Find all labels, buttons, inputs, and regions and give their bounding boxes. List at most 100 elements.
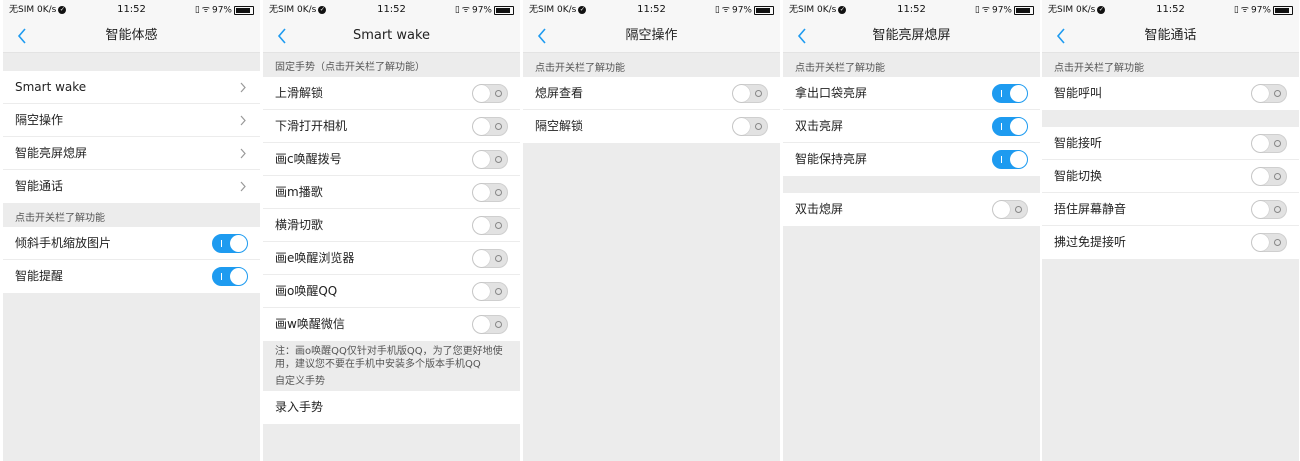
toggle-row[interactable]: 智能接听 xyxy=(1042,127,1299,160)
toggle-label: 横滑切歌 xyxy=(275,218,324,232)
section-label: 点击开关栏了解功能 xyxy=(1054,63,1144,74)
toggle-row[interactable]: 画w唤醒微信 xyxy=(263,308,520,341)
toggle-switch-on[interactable] xyxy=(992,150,1028,169)
toggle-row[interactable]: 智能保持亮屏 xyxy=(783,143,1040,176)
nav-item-label: 隔空操作 xyxy=(15,113,64,127)
toggle-switch-on[interactable] xyxy=(212,267,248,286)
nav-item-label: Smart wake xyxy=(15,80,87,94)
nav-item-smart-call[interactable]: 智能通话 xyxy=(3,170,260,203)
toggle-label: 隔空解锁 xyxy=(535,119,584,133)
toggle-switch-off[interactable] xyxy=(1251,84,1287,103)
screen-smart-screen: 无SIM 0K/s ✓ 11:52 ▯ ᯤ 97% 智能亮屏熄屏 点击开关栏了解功能 … xyxy=(783,0,1040,461)
wifi-icon: ᯤ xyxy=(461,5,470,15)
screens-container: 无SIM 0K/s ✓ 11:52 ▯ ᯤ 97% 智能体感 Smart wake 隔… xyxy=(0,0,1300,461)
nav-item-air-gesture[interactable]: 隔空操作 xyxy=(3,104,260,137)
status-bar: 无SIM 0K/s ✓ 11:52 ▯ ᯤ 97% xyxy=(3,0,260,20)
toggle-row[interactable]: 捂住屏幕静音 xyxy=(1042,193,1299,226)
toggle-switch-on[interactable] xyxy=(992,117,1028,136)
toggle-knob xyxy=(473,316,490,333)
toggle-off-mark-icon xyxy=(495,123,502,130)
toggle-row[interactable]: 上滑解锁 xyxy=(263,77,520,110)
toggle-knob xyxy=(473,250,490,267)
nav-group: Smart wake 隔空操作 智能亮屏熄屏 智能通话 xyxy=(3,71,260,203)
battery-percent: 97% xyxy=(471,5,492,16)
toggle-row[interactable]: 智能提醒 xyxy=(3,260,260,293)
toggle-switch-off[interactable] xyxy=(1251,167,1287,186)
toggle-group-2: 智能接听智能切换捂住屏幕静音 拂过免提接听 xyxy=(1042,127,1299,259)
toggle-row[interactable]: 隔空解锁 xyxy=(523,110,780,143)
vibrate-icon: ▯ xyxy=(194,5,200,15)
toggle-row[interactable]: 智能呼叫 xyxy=(1042,77,1299,110)
toggle-knob xyxy=(1010,85,1027,102)
toggle-off-mark-icon xyxy=(755,90,762,97)
vibrate-icon: ▯ xyxy=(714,5,720,15)
toggle-row[interactable]: 倾斜手机缩放图片 xyxy=(3,227,260,260)
toggle-label: 上滑解锁 xyxy=(275,86,324,100)
note-text: 注：画o唤醒QQ仅针对手机版QQ，为了您更好地使用，建议您不要在手机中安装多个版… xyxy=(275,346,503,370)
toggle-on-mark-icon xyxy=(221,240,222,247)
battery-percent: 97% xyxy=(731,5,752,16)
toggle-row[interactable]: 双击熄屏 xyxy=(783,193,1040,226)
toggle-switch-off[interactable] xyxy=(992,200,1028,219)
status-bar: 无SIM 0K/s ✓ 11:52 ▯ ᯤ 97% xyxy=(263,0,520,20)
toggle-off-mark-icon xyxy=(495,321,502,328)
toggle-group: 倾斜手机缩放图片智能提醒 xyxy=(3,227,260,293)
battery-percent: 97% xyxy=(211,5,232,16)
title-bar: 隔空操作 xyxy=(523,20,780,53)
toggle-row[interactable]: 下滑打开相机 xyxy=(263,110,520,143)
toggle-row[interactable]: 画o唤醒QQ xyxy=(263,275,520,308)
toggle-knob xyxy=(473,85,490,102)
status-bar: 无SIM 0K/s ✓ 11:52 ▯ ᯤ 97% xyxy=(1042,0,1299,20)
toggle-switch-off[interactable] xyxy=(472,249,508,268)
record-gesture-item[interactable]: 录入手势 xyxy=(263,391,520,424)
screen-smart-call: 无SIM 0K/s ✓ 11:52 ▯ ᯤ 97% 智能通话 点击开关栏了解功能 智能… xyxy=(1042,0,1299,461)
toggle-switch-off[interactable] xyxy=(472,183,508,202)
toggle-row[interactable]: 横滑切歌 xyxy=(263,209,520,242)
toggle-switch-on[interactable] xyxy=(992,84,1028,103)
toggle-row[interactable]: 智能切换 xyxy=(1042,160,1299,193)
toggle-knob xyxy=(473,118,490,135)
toggle-switch-off[interactable] xyxy=(1251,200,1287,219)
nav-item-smart-screen[interactable]: 智能亮屏熄屏 xyxy=(3,137,260,170)
toggle-row[interactable]: 双击亮屏 xyxy=(783,110,1040,143)
page-title: 隔空操作 xyxy=(625,28,678,43)
toggle-label: 智能提醒 xyxy=(15,269,64,283)
nav-item-smart-wake[interactable]: Smart wake xyxy=(3,71,260,104)
toggle-switch-on[interactable] xyxy=(212,234,248,253)
toggle-switch-off[interactable] xyxy=(472,117,508,136)
page-title: Smart wake xyxy=(352,28,431,43)
toggle-label: 智能切换 xyxy=(1054,169,1103,183)
toggle-off-mark-icon xyxy=(495,255,502,262)
toggle-group: 拿出口袋亮屏 双击亮屏 智能保持亮屏 xyxy=(783,77,1040,176)
toggle-switch-off[interactable] xyxy=(472,150,508,169)
toggle-knob xyxy=(230,268,247,285)
toggle-knob xyxy=(1252,85,1269,102)
page-title: 智能亮屏熄屏 xyxy=(872,28,951,43)
vibrate-icon: ▯ xyxy=(454,5,460,15)
toggle-row[interactable]: 熄屏查看 xyxy=(523,77,780,110)
toggle-row[interactable]: 画e唤醒浏览器 xyxy=(263,242,520,275)
toggle-row[interactable]: 拿出口袋亮屏 xyxy=(783,77,1040,110)
toggle-row[interactable]: 拂过免提接听 xyxy=(1042,226,1299,259)
chevron-right-icon xyxy=(240,82,246,93)
toggle-on-mark-icon xyxy=(1001,90,1002,97)
chevron-right-icon xyxy=(240,115,246,126)
toggle-row[interactable]: 画c唤醒拨号 xyxy=(263,143,520,176)
toggle-switch-off[interactable] xyxy=(732,84,768,103)
toggle-switch-off[interactable] xyxy=(472,315,508,334)
toggle-switch-off[interactable] xyxy=(1251,134,1287,153)
toggle-switch-off[interactable] xyxy=(1251,233,1287,252)
toggle-label: 双击熄屏 xyxy=(795,202,844,216)
toggle-label: 画w唤醒微信 xyxy=(275,317,345,331)
toggle-switch-off[interactable] xyxy=(472,84,508,103)
toggle-switch-off[interactable] xyxy=(732,117,768,136)
toggle-off-mark-icon xyxy=(1015,206,1022,213)
toggle-switch-off[interactable] xyxy=(472,216,508,235)
toggle-off-mark-icon xyxy=(755,123,762,130)
battery-icon xyxy=(494,5,514,15)
toggle-group: 熄屏查看隔空解锁 xyxy=(523,77,780,143)
toggle-row[interactable]: 画m播歌 xyxy=(263,176,520,209)
toggle-off-mark-icon xyxy=(495,156,502,163)
toggle-switch-off[interactable] xyxy=(472,282,508,301)
section-label: 点击开关栏了解功能 xyxy=(535,63,625,74)
